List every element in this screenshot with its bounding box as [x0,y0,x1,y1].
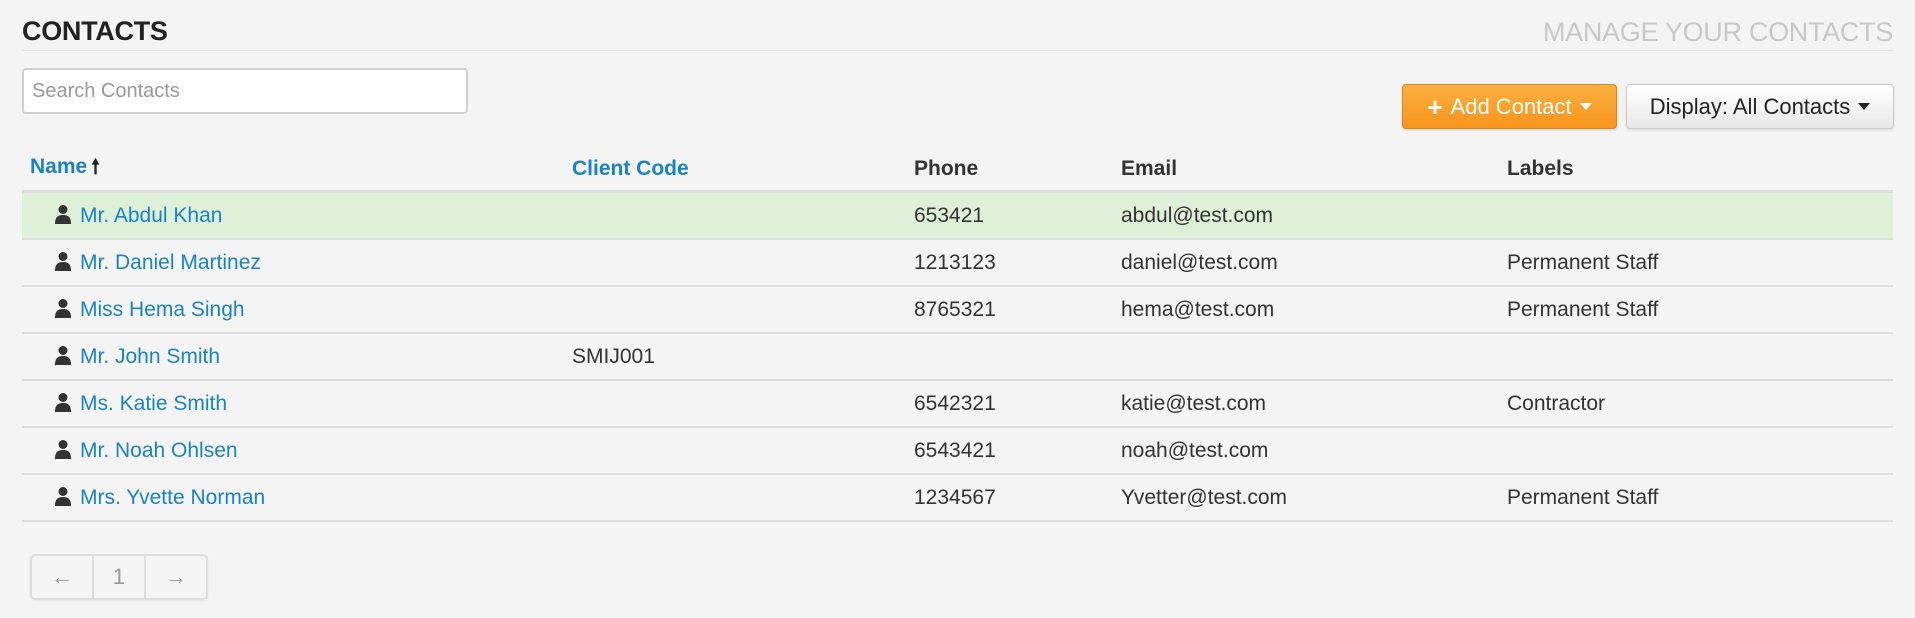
cell-name: Miss Hema Singh [22,286,564,334]
cell-phone: 8765321 [906,286,1113,334]
cell-phone: 6542321 [906,380,1113,428]
cell-client-code [564,239,906,287]
cell-email: hema@test.com [1113,286,1499,334]
contact-name-link[interactable]: Mrs. Yvette Norman [80,486,265,509]
contact-name-link[interactable]: Ms. Katie Smith [80,392,227,415]
person-icon [52,298,74,318]
plus-icon: + [1427,91,1443,122]
cell-labels: Permanent Staff [1499,474,1893,522]
column-header-name[interactable]: Name 🠕 [22,148,564,193]
pagination: ← 1 → [30,554,208,600]
pagination-prev-button[interactable]: ← [32,556,92,598]
cell-phone: 6543421 [906,427,1113,475]
person-icon [52,486,74,506]
cell-name: Mr. Noah Ohlsen [22,427,564,475]
table-row: Mrs. Yvette Norman 1234567 Yvetter@test.co… [22,474,1893,522]
cell-labels: Permanent Staff [1499,239,1893,287]
search-input[interactable] [22,68,468,114]
page-subtitle: MANAGE YOUR CONTACTS [1542,17,1893,47]
cell-labels [1499,427,1893,475]
contact-name-link[interactable]: Mr. Noah Ohlsen [80,439,238,462]
column-header-email: Email [1113,148,1499,193]
page-header: CONTACTS MANAGE YOUR CONTACTS [22,0,1893,51]
column-header-phone: Phone [906,148,1113,193]
cell-client-code [564,427,906,475]
cell-phone: 653421 [906,191,1113,240]
caret-down-icon [1579,103,1592,110]
pagination-next-button[interactable]: → [144,556,206,598]
cell-client-code [564,191,906,240]
person-icon [52,439,74,459]
cell-name: Mr. John Smith [22,333,564,381]
cell-client-code: SMIJ001 [564,333,906,381]
cell-phone [906,333,1113,381]
cell-phone: 1213123 [906,239,1113,287]
cell-phone: 1234567 [906,474,1113,522]
add-contact-button[interactable]: + Add Contact [1402,84,1617,129]
cell-labels: Contractor [1499,380,1893,428]
sort-ascending-icon: 🠕 [91,156,100,178]
contact-name-link[interactable]: Mr. John Smith [80,345,220,368]
cell-labels [1499,191,1893,240]
page-title: CONTACTS [22,16,168,46]
cell-client-code [564,380,906,428]
person-icon [52,392,74,412]
contact-name-link[interactable]: Miss Hema Singh [80,298,245,321]
cell-name: Ms. Katie Smith [22,380,564,428]
cell-name: Mr. Abdul Khan [22,191,564,240]
table-row: Mr. Daniel Martinez 1213123 daniel@test.co… [22,239,1893,287]
contacts-table: Name 🠕 Client Code Phone Email Labels Mr.… [22,148,1893,522]
cell-client-code [564,474,906,522]
cell-email: daniel@test.com [1113,239,1499,287]
cell-email: Yvetter@test.com [1113,474,1499,522]
column-header-client-code[interactable]: Client Code [564,148,906,193]
cell-name: Mr. Daniel Martinez [22,239,564,287]
contact-name-link[interactable]: Mr. Abdul Khan [80,204,222,227]
cell-email: noah@test.com [1113,427,1499,475]
person-icon [52,204,74,224]
cell-name: Mrs. Yvette Norman [22,474,564,522]
cell-email [1113,333,1499,381]
table-row: Mr. Noah Ohlsen 6543421 noah@test.com [22,427,1893,475]
person-icon [52,251,74,271]
add-contact-label: Add Contact [1450,93,1572,119]
table-row: Mr. Abdul Khan 653421 abdul@test.com [22,191,1893,240]
table-row: Miss Hema Singh 8765321 hema@test.com Perma… [22,286,1893,334]
display-filter-dropdown[interactable]: Display: All Contacts [1626,84,1894,129]
pagination-page-1[interactable]: 1 [92,556,144,598]
cell-client-code [564,286,906,334]
table-row: Ms. Katie Smith 6542321 katie@test.com Cont… [22,380,1893,428]
contact-name-link[interactable]: Mr. Daniel Martinez [80,251,261,274]
table-row: Mr. John Smith SMIJ001 [22,333,1893,381]
column-header-labels: Labels [1499,148,1893,193]
caret-down-icon [1858,103,1871,110]
cell-labels [1499,333,1893,381]
table-header-row: Name 🠕 Client Code Phone Email Labels [22,148,1893,193]
cell-email: katie@test.com [1113,380,1499,428]
display-filter-label: Display: All Contacts [1649,93,1851,119]
cell-labels: Permanent Staff [1499,286,1893,334]
cell-email: abdul@test.com [1113,191,1499,240]
person-icon [52,345,74,365]
